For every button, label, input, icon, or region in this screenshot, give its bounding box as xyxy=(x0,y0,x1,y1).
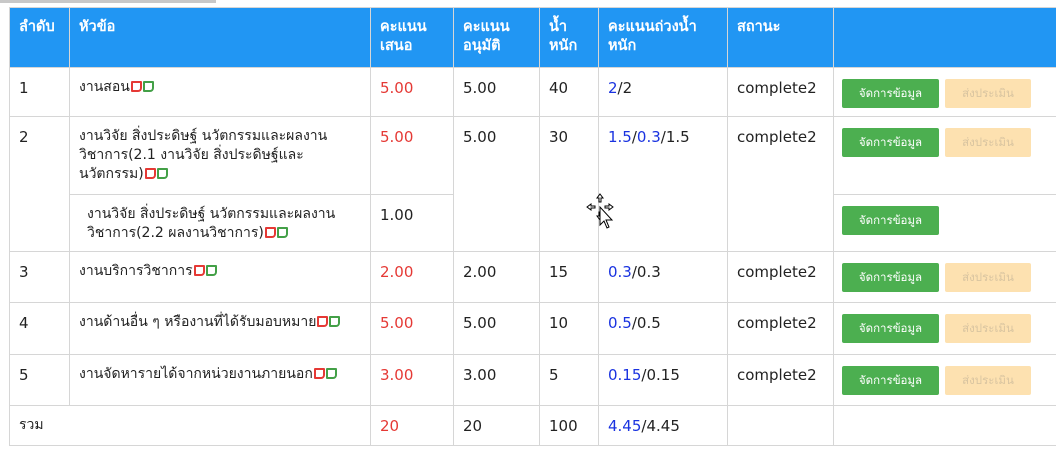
header-weight: น้ำ หนัก xyxy=(539,7,599,68)
total-proposed: 20 xyxy=(370,405,454,446)
row-approved: 5.00 xyxy=(453,67,540,117)
table-total-row: รวม 20 20 100 4.45/4.45 xyxy=(9,405,1056,446)
edit-note-icon[interactable] xyxy=(144,168,156,179)
row-weight: 40 xyxy=(539,67,599,117)
row-topic: งานวิจัย สิ่งประดิษฐ์ นวัตกรรมและผลงานวิ… xyxy=(69,194,371,252)
row-no: 2 xyxy=(9,116,70,252)
view-note-icon[interactable] xyxy=(156,168,168,179)
row-approved: 5.00 xyxy=(453,116,540,252)
manage-data-button[interactable]: จัดการข้อมูล xyxy=(842,79,939,108)
row-weight: 5 xyxy=(539,354,599,406)
total-weight: 100 xyxy=(539,405,599,446)
header-weighted: คะแนนถ่วงน้ำ หนัก xyxy=(598,7,728,68)
row-approved: 3.00 xyxy=(453,354,540,406)
view-note-icon[interactable] xyxy=(205,265,217,276)
row-topic: งานจัดหารายได้จากหน่วยงานภายนอก xyxy=(69,354,371,406)
total-actions xyxy=(833,405,1056,446)
header-actions xyxy=(833,7,1056,68)
row-weight: 10 xyxy=(539,302,599,355)
row-weighted: 1.5/0.3/1.5 xyxy=(598,116,728,252)
submit-evaluation-button[interactable]: ส่งประเมิน xyxy=(945,128,1031,157)
header-status: สถานะ xyxy=(727,7,834,68)
total-approved: 20 xyxy=(453,405,540,446)
view-note-icon[interactable] xyxy=(325,368,337,379)
manage-data-button[interactable]: จัดการข้อมูล xyxy=(842,206,939,235)
row-topic: งานบริการวิชาการ xyxy=(69,251,371,303)
row-proposed: 1.00 xyxy=(370,194,454,252)
edit-note-icon[interactable] xyxy=(193,265,205,276)
row-status: complete2 xyxy=(727,251,834,303)
row-actions: จัดการข้อมูล ส่งประเมิน xyxy=(833,251,1056,303)
row-actions: จัดการข้อมูล ส่งประเมิน xyxy=(833,302,1056,355)
row-proposed: 2.00 xyxy=(370,251,454,303)
row-actions: จัดการข้อมูล ส่งประเมิน xyxy=(833,67,1056,117)
view-note-icon[interactable] xyxy=(142,81,154,92)
edit-note-icon[interactable] xyxy=(317,316,329,327)
view-note-icon[interactable] xyxy=(329,316,341,327)
manage-data-button[interactable]: จัดการข้อมูล xyxy=(842,263,939,292)
submit-evaluation-button[interactable]: ส่งประเมิน xyxy=(945,366,1031,395)
row-approved: 2.00 xyxy=(453,251,540,303)
evaluation-table: ลำดับ หัวข้อ คะแนน เสนอ คะแนน อนุมัติ น้… xyxy=(9,7,1056,446)
manage-data-button[interactable]: จัดการข้อมูล xyxy=(842,128,939,157)
table-row: 3 งานบริการวิชาการ 2.00 2.00 15 0.3/0.3 … xyxy=(9,251,1056,303)
row-weighted: 2/2 xyxy=(598,67,728,117)
row-no: 1 xyxy=(9,67,70,117)
manage-data-button[interactable]: จัดการข้อมูล xyxy=(842,366,939,395)
row-proposed: 5.00 xyxy=(370,67,454,117)
table-row: 2 งานวิจัย สิ่งประดิษฐ์ นวัตกรรมและผลงาน… xyxy=(9,116,1056,252)
row-status: complete2 xyxy=(727,116,834,252)
row-status: complete2 xyxy=(727,302,834,355)
row-weighted: 0.15/0.15 xyxy=(598,354,728,406)
total-label: รวม xyxy=(9,405,371,446)
submit-evaluation-button[interactable]: ส่งประเมิน xyxy=(945,79,1031,108)
total-weighted: 4.45/4.45 xyxy=(598,405,728,446)
move-cursor-icon xyxy=(586,193,614,229)
row-proposed: 5.00 xyxy=(370,302,454,355)
edit-note-icon[interactable] xyxy=(313,368,325,379)
submit-evaluation-button[interactable]: ส่งประเมิน xyxy=(945,263,1031,292)
row-status: complete2 xyxy=(727,354,834,406)
row-topic: งานวิจัย สิ่งประดิษฐ์ นวัตกรรมและผลงานวิ… xyxy=(69,116,371,195)
row-weighted: 0.5/0.5 xyxy=(598,302,728,355)
row-no: 3 xyxy=(9,251,70,303)
table-row: 4 งานด้านอื่น ๆ หรืองานที่ได้รับมอบหมาย … xyxy=(9,302,1056,355)
row-topic: งานด้านอื่น ๆ หรืองานที่ได้รับมอบหมาย xyxy=(69,302,371,355)
row-topic: งานสอน xyxy=(69,67,371,117)
row-actions: จัดการข้อมูล ส่งประเมิน xyxy=(833,354,1056,406)
header-no: ลำดับ xyxy=(9,7,70,68)
total-status xyxy=(727,405,834,446)
header-topic: หัวข้อ xyxy=(69,7,371,68)
row-actions: จัดการข้อมูล ส่งประเมิน xyxy=(833,116,1056,195)
top-scrollbar-stub xyxy=(0,0,216,3)
row-approved: 5.00 xyxy=(453,302,540,355)
row-actions: จัดการข้อมูล xyxy=(833,194,1056,252)
row-no: 4 xyxy=(9,302,70,355)
row-proposed: 3.00 xyxy=(370,354,454,406)
row-weight: 15 xyxy=(539,251,599,303)
row-no: 5 xyxy=(9,354,70,406)
header-proposed: คะแนน เสนอ xyxy=(370,7,454,68)
view-note-icon[interactable] xyxy=(276,227,288,238)
header-approved: คะแนน อนุมัติ xyxy=(453,7,540,68)
manage-data-button[interactable]: จัดการข้อมูล xyxy=(842,314,939,343)
edit-note-icon[interactable] xyxy=(130,81,142,92)
submit-evaluation-button[interactable]: ส่งประเมิน xyxy=(945,314,1031,343)
table-row: 1 งานสอน 5.00 5.00 40 2/2 complete2 จัดก… xyxy=(9,67,1056,117)
table-header-row: ลำดับ หัวข้อ คะแนน เสนอ คะแนน อนุมัติ น้… xyxy=(9,7,1056,68)
table-row: 5 งานจัดหารายได้จากหน่วยงานภายนอก 3.00 3… xyxy=(9,354,1056,406)
row-weighted: 0.3/0.3 xyxy=(598,251,728,303)
edit-note-icon[interactable] xyxy=(264,227,276,238)
row-status: complete2 xyxy=(727,67,834,117)
row-proposed: 5.00 xyxy=(370,116,454,195)
